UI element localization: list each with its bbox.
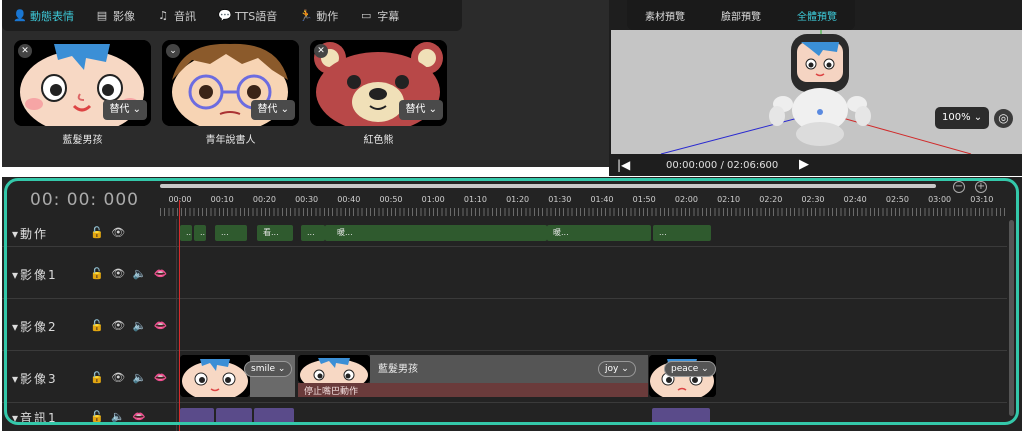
motion-clip[interactable]: ...	[194, 225, 206, 241]
ruler-tick-label: 00:20	[252, 195, 276, 204]
music-note-icon: ♫	[158, 8, 168, 22]
motion-clip[interactable]: ...	[180, 225, 192, 241]
video-clip-boy-face[interactable]	[298, 355, 370, 383]
motion-clip[interactable]: 看...	[257, 225, 293, 241]
tab-asset-preview[interactable]: 素材預覽	[627, 0, 703, 30]
track-label[interactable]: ▾影像3	[12, 370, 58, 387]
boy-face-thumbnail	[180, 355, 250, 397]
track-row-video1: ▾影像1 🔓 👁 🔈 👄	[2, 248, 1007, 299]
preview-timecode: 00:00:000 / 02:06:600	[666, 160, 779, 171]
tab-subtitle[interactable]: ▭ 字幕	[349, 0, 410, 31]
tab-face-preview[interactable]: 臉部預覽	[703, 0, 779, 30]
expression-dropdown-smile[interactable]: smile ⌄	[244, 361, 293, 377]
remove-icon[interactable]: ✕	[18, 44, 32, 58]
ruler-tick-label: 01:30	[548, 195, 572, 204]
preview-panel: 素材預覽 臉部預覽 全體預覽 100% ⌄ ◎ |◀ 00:00:000 / 0…	[609, 0, 1022, 176]
motion-clip[interactable]: 暖...	[547, 225, 651, 241]
track-label[interactable]: ▾影像1	[12, 266, 58, 283]
tab-motion[interactable]: 🏃 動作	[288, 0, 349, 31]
person-icon: 👤	[13, 8, 27, 22]
track-row-audio1: ▾音訊1 🔓 🔈 👄	[2, 404, 1007, 431]
remove-icon[interactable]: ✕	[314, 44, 328, 58]
ruler-tick-label: 03:10	[970, 195, 994, 204]
asset-card-young-storyteller[interactable]: ⌄ 替代 ⌄	[162, 40, 299, 126]
motion-clip[interactable]: ...	[215, 225, 247, 241]
player-controls: |◀ 00:00:000 / 02:06:600 ▶	[609, 154, 1022, 176]
tab-dynamic-expression[interactable]: 👤 動態表情	[2, 0, 85, 31]
audio-clip[interactable]	[254, 408, 294, 424]
track-controls-icons[interactable]: 🔓 👁 🔈 👄	[90, 371, 170, 384]
ruler-ticks	[160, 208, 1008, 216]
ruler-tick-label: 02:10	[717, 195, 741, 204]
track-label[interactable]: ▾音訊1	[12, 409, 58, 426]
ruler-tick-label: 03:00	[928, 195, 952, 204]
ruler-tick-label: 01:50	[632, 195, 656, 204]
recenter-target-icon[interactable]: ◎	[994, 109, 1013, 128]
expression-dropdown-peace[interactable]: peace ⌄	[664, 361, 716, 377]
speech-bubble-icon: 💬	[218, 8, 232, 22]
ruler-tick-label: 00:00	[168, 195, 192, 204]
subtitle-icon: ▭	[361, 8, 372, 22]
track-controls-icons[interactable]: 🔓 👁	[90, 226, 127, 239]
divider-strip	[2, 167, 609, 177]
audio-clip[interactable]	[216, 408, 252, 424]
video-clip-boy-face[interactable]	[180, 355, 250, 397]
robot-scene	[660, 30, 972, 154]
current-time-display: 00: 00: 000	[30, 190, 139, 210]
stop-mouth-motion-bar[interactable]: 停止嘴巴動作	[298, 383, 648, 397]
track-controls-icons[interactable]: 🔓 👁 🔈 👄	[90, 267, 170, 280]
card-name: 青年說書人	[205, 135, 256, 146]
tab-audio[interactable]: ♫ 音訊	[146, 0, 207, 31]
audio-clip[interactable]	[652, 408, 710, 424]
time-ruler[interactable]: 00:00 00:10 00:20 00:30 00:40 00:50 01:00 01:10…	[160, 191, 1008, 219]
category-tab-bar: 👤 動態表情 ▤ 影像 ♫ 音訊 💬 TTS語音 🏃 動作 ▭ 字幕	[2, 0, 462, 31]
replace-button[interactable]: 替代 ⌄	[399, 100, 443, 120]
ruler-tick-label: 02:00	[674, 195, 698, 204]
ruler-tick-label: 01:40	[590, 195, 614, 204]
playhead[interactable]	[179, 200, 180, 431]
ruler-tick-label: 02:30	[801, 195, 825, 204]
motion-clip[interactable]: ...	[301, 225, 325, 241]
track-label[interactable]: ▾動作	[12, 225, 48, 242]
track-controls-icons[interactable]: 🔓 🔈 👄	[90, 410, 148, 423]
motion-clip[interactable]: 暖...	[325, 225, 547, 241]
boy-face-thumbnail	[298, 355, 370, 383]
replace-button[interactable]: 替代 ⌄	[103, 100, 147, 120]
replace-button[interactable]: 替代 ⌄	[251, 100, 295, 120]
ruler-tick-label: 02:40	[843, 195, 867, 204]
motion-clip[interactable]: ...	[653, 225, 711, 241]
ruler-tick-label: 01:20	[506, 195, 530, 204]
asset-card-blue-hair-boy[interactable]: ✕ 替代 ⌄	[14, 40, 151, 126]
tab-tts[interactable]: 💬 TTS語音	[207, 0, 288, 31]
card-name: 紅色熊	[363, 135, 394, 146]
ruler-tick-label: 00:30	[295, 195, 319, 204]
ruler-tick-label: 01:10	[463, 195, 487, 204]
preview-tab-bar: 素材預覽 臉部預覽 全體預覽	[627, 0, 855, 30]
ruler-tick-label: 00:50	[379, 195, 403, 204]
ruler-tick-label: 00:40	[337, 195, 361, 204]
ruler-tick-label: 02:50	[885, 195, 909, 204]
audio-clip[interactable]	[180, 408, 214, 424]
zoom-dropdown[interactable]: 100% ⌄	[935, 107, 990, 129]
track-row-video2: ▾影像2 🔓 👁 🔈 👄	[2, 300, 1007, 351]
timeline-horizontal-scrollbar[interactable]	[160, 184, 936, 188]
tab-full-preview[interactable]: 全體預覽	[779, 0, 855, 30]
card-name: 藍髮男孩	[62, 135, 103, 146]
track-label[interactable]: ▾影像2	[12, 318, 58, 335]
ruler-tick-label: 00:10	[210, 195, 234, 204]
3d-viewport[interactable]: 100% ⌄ ◎	[611, 30, 1022, 154]
expression-dropdown-joy[interactable]: joy ⌄	[598, 361, 636, 377]
track-controls-icons[interactable]: 🔓 👁 🔈 👄	[90, 319, 170, 332]
timeline-vertical-scrollbar[interactable]	[1009, 220, 1014, 416]
skip-to-start-icon[interactable]: |◀	[617, 158, 630, 172]
chevron-down-icon[interactable]: ⌄	[166, 44, 180, 58]
play-icon[interactable]: ▶	[799, 157, 809, 172]
ruler-tick-label: 02:20	[759, 195, 783, 204]
asset-card-red-bear[interactable]: ✕ 替代 ⌄	[310, 40, 447, 126]
track-header-divider	[176, 219, 177, 431]
film-icon: ▤	[96, 8, 108, 22]
tab-video[interactable]: ▤ 影像	[85, 0, 146, 31]
running-figure-icon: 🏃	[299, 8, 313, 22]
ruler-tick-label: 01:00	[421, 195, 445, 204]
